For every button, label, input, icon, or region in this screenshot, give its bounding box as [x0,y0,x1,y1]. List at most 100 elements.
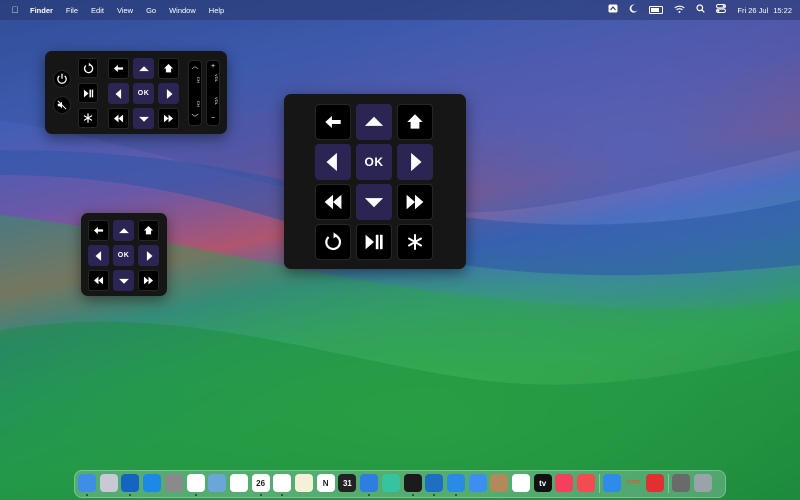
ok-label: OK [137,90,150,97]
dock-icon-trash[interactable] [693,474,712,492]
dock-running-indicator [259,494,262,496]
ok-button[interactable]: OK [113,245,134,266]
back-button[interactable] [88,220,109,241]
right-button[interactable] [397,144,433,180]
dock-icon-notion[interactable]: N [316,474,335,492]
back-button[interactable] [315,104,351,140]
channel-label-top: CH [196,77,201,83]
left-button[interactable] [108,83,129,104]
down-button[interactable] [356,184,392,220]
rewind-button[interactable] [108,108,129,129]
menu-edit[interactable]: Edit [91,6,104,15]
asterisk-button[interactable] [397,224,433,260]
volume-up-icon[interactable]: + [207,63,219,70]
home-button[interactable] [397,104,433,140]
clock-time: 15:22 [773,5,792,15]
dock-icon-terminal[interactable] [403,474,422,492]
dock-icon-pages[interactable] [602,474,621,492]
up-chevron-icon [361,109,387,135]
up-button[interactable] [356,104,392,140]
mute-button[interactable] [53,96,71,114]
apple-logo-icon[interactable]:  [8,5,22,15]
ok-button[interactable]: OK [356,144,392,180]
back-button[interactable] [108,58,129,79]
dock-icon-outlook[interactable] [121,474,140,492]
dock-icon-calendar[interactable]: 26 [251,474,270,492]
fast-forward-button[interactable] [158,108,179,129]
left-button[interactable] [88,245,109,266]
search-icon[interactable] [696,4,706,16]
fast-forward-icon [162,112,175,125]
down-button[interactable] [113,270,134,291]
channel-up-icon[interactable]: ︿ [189,63,201,70]
fast-forward-button[interactable] [138,270,159,291]
menu-file[interactable]: File [66,6,78,15]
dock-icon-preview[interactable] [208,474,227,492]
play-pause-button[interactable] [78,83,98,103]
dock-icon-app-store[interactable] [143,474,162,492]
dock-icon-mail[interactable] [468,474,487,492]
dock-icon-downloads[interactable] [671,474,690,492]
dock-running-indicator [454,494,457,496]
clock-date: Fri 26 Jul [737,5,769,15]
dock-icon-maps[interactable] [360,474,379,492]
battery-icon[interactable] [649,6,664,14]
menu-help[interactable]: Help [209,6,224,15]
channel-rocker[interactable]: ︿ CH CH ﹀ [188,60,202,126]
dock-icon-news[interactable] [577,474,596,492]
wifi-icon[interactable] [674,5,685,16]
home-button[interactable] [158,58,179,79]
dock-icon-system-settings[interactable] [164,474,183,492]
dock-icon-finder[interactable] [78,474,96,492]
up-button[interactable] [113,220,134,241]
left-button[interactable] [315,144,351,180]
dock-icon-notion-calendar[interactable]: 31 [338,474,357,492]
rewind-button[interactable] [88,270,109,291]
down-button[interactable] [133,108,154,129]
volume-label-top: VOL [214,74,219,83]
dock-icon-safari[interactable] [446,474,465,492]
replay-icon [82,62,95,75]
volume-rocker[interactable]: + VOL VOL − [206,60,220,126]
menu-go[interactable]: Go [146,6,156,15]
dock-icon-freeform[interactable] [512,474,530,492]
dock-icon-notes[interactable] [295,474,313,492]
screen-share-icon[interactable] [608,4,618,16]
right-button[interactable] [138,245,159,266]
menu-window[interactable]: Window [169,6,196,15]
dock-icon-http-toolkit[interactable]: HTTP [625,474,643,492]
dock-icon-reminders[interactable] [273,474,292,492]
dock-icon-launchpad[interactable] [99,474,118,492]
home-icon [142,224,155,237]
power-icon [55,72,69,86]
dock-icon-remote[interactable] [646,474,665,492]
menu-app-finder[interactable]: Finder [30,6,53,15]
power-button[interactable] [53,70,71,88]
play-pause-button[interactable] [356,224,392,260]
dock-icon-keka[interactable] [490,474,509,492]
channel-down-icon[interactable]: ﹀ [189,115,201,122]
volume-down-icon[interactable]: − [207,115,219,122]
dock-icon-apple-tv[interactable]: tv [533,474,552,492]
right-button[interactable] [158,83,179,104]
dock-icon-sequence[interactable] [381,474,400,492]
rewind-button[interactable] [315,184,351,220]
focus-moon-icon[interactable] [629,4,638,16]
up-button[interactable] [133,58,154,79]
home-button[interactable] [138,220,159,241]
dock-icon-vs-code[interactable] [425,474,444,492]
home-icon [162,62,175,75]
dock-icon-music[interactable] [555,474,574,492]
asterisk-button[interactable] [78,108,98,128]
menu-view[interactable]: View [117,6,133,15]
mute-icon [56,99,68,111]
menu-clock[interactable]: Fri 26 Jul 15:22 [737,6,792,15]
replay-button[interactable] [78,58,98,78]
fast-forward-button[interactable] [397,184,433,220]
dock-icon-photos[interactable] [229,474,248,492]
back-arrow-icon [112,62,125,75]
ok-button[interactable]: OK [133,83,154,104]
control-center-icon[interactable] [716,4,727,16]
replay-button[interactable] [315,224,351,260]
dock-icon-slack[interactable] [186,474,205,492]
